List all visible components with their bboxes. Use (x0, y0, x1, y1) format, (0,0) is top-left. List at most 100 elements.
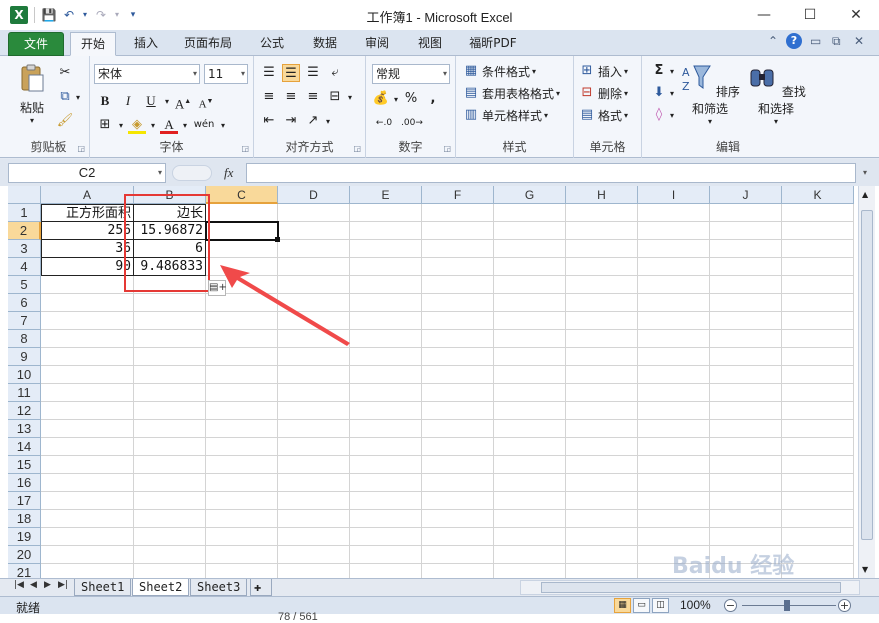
cell-g5[interactable] (494, 276, 566, 294)
underline-icon[interactable]: U (142, 92, 160, 110)
zoom-out-icon[interactable]: − (724, 599, 737, 612)
cell-a10[interactable] (41, 366, 134, 384)
cell-h7[interactable] (566, 312, 638, 330)
cell-i4[interactable] (638, 258, 710, 276)
cell-g6[interactable] (494, 294, 566, 312)
cell-a13[interactable] (41, 420, 134, 438)
cell-c17[interactable] (206, 492, 278, 510)
align-middle-icon[interactable]: ☰ (282, 64, 300, 82)
cell-f20[interactable] (422, 546, 494, 564)
column-header-i[interactable]: I (638, 186, 710, 204)
cell-h15[interactable] (566, 456, 638, 474)
cell-g2[interactable] (494, 222, 566, 240)
font-size-combo[interactable]: 11 ▾ (204, 64, 248, 84)
cell-g1[interactable] (494, 204, 566, 222)
cell-h17[interactable] (566, 492, 638, 510)
cell-e7[interactable] (350, 312, 422, 330)
cell-k2[interactable] (782, 222, 854, 240)
tab-data[interactable]: 数据 (305, 32, 345, 56)
font-color-icon[interactable]: A (160, 116, 179, 134)
name-box-dropdown-icon[interactable]: ▾ (158, 164, 162, 182)
cell-b6[interactable] (134, 294, 206, 312)
fill-color-dropdown-icon[interactable]: ▾ (151, 121, 155, 130)
cell-b15[interactable] (134, 456, 206, 474)
cell-k3[interactable] (782, 240, 854, 258)
cell-h20[interactable] (566, 546, 638, 564)
cell-e3[interactable] (350, 240, 422, 258)
sheet-tab-2[interactable]: Sheet2 (132, 579, 190, 596)
cell-c10[interactable] (206, 366, 278, 384)
cell-h9[interactable] (566, 348, 638, 366)
cell-e10[interactable] (350, 366, 422, 384)
cell-c18[interactable] (206, 510, 278, 528)
increase-indent-icon[interactable]: ⇥ (282, 112, 300, 130)
cell-i6[interactable] (638, 294, 710, 312)
cell-b7[interactable] (134, 312, 206, 330)
cell-i1[interactable] (638, 204, 710, 222)
cell-j11[interactable] (710, 384, 782, 402)
cell-k19[interactable] (782, 528, 854, 546)
cell-a4[interactable]: 90 (41, 258, 134, 276)
cell-j10[interactable] (710, 366, 782, 384)
cell-j2[interactable] (710, 222, 782, 240)
cell-j16[interactable] (710, 474, 782, 492)
cell-e15[interactable] (350, 456, 422, 474)
align-top-icon[interactable]: ☰ (260, 64, 278, 82)
font-name-dropdown-icon[interactable]: ▾ (193, 65, 197, 83)
row-header-6[interactable]: 6 (8, 294, 41, 312)
row-header-5[interactable]: 5 (8, 276, 41, 294)
bold-icon[interactable]: B (96, 92, 114, 110)
page-layout-view-icon[interactable]: ▭ (633, 598, 650, 613)
cell-e11[interactable] (350, 384, 422, 402)
cell-b13[interactable] (134, 420, 206, 438)
cell-e4[interactable] (350, 258, 422, 276)
name-box[interactable]: C2 ▾ (8, 163, 166, 183)
scroll-up-icon[interactable]: ▲ (862, 190, 868, 199)
cell-i8[interactable] (638, 330, 710, 348)
copy-button[interactable]: ⧉ ▾ (56, 88, 80, 106)
cell-k11[interactable] (782, 384, 854, 402)
format-cells-button[interactable]: ▤ 格式 ▾ (578, 106, 628, 124)
cell-f5[interactable] (422, 276, 494, 294)
cell-d20[interactable] (278, 546, 350, 564)
cell-b19[interactable] (134, 528, 206, 546)
row-header-18[interactable]: 18 (8, 510, 41, 528)
cell-b14[interactable] (134, 438, 206, 456)
row-header-11[interactable]: 11 (8, 384, 41, 402)
clipboard-launcher-icon[interactable]: ◲ (77, 144, 85, 153)
column-header-j[interactable]: J (710, 186, 782, 204)
cell-j8[interactable] (710, 330, 782, 348)
tab-page-layout[interactable]: 页面布局 (176, 32, 240, 56)
column-header-f[interactable]: F (422, 186, 494, 204)
cell-c19[interactable] (206, 528, 278, 546)
cell-a2[interactable]: 256 (41, 222, 134, 240)
align-center-icon[interactable]: ≡ (282, 88, 300, 106)
cell-d1[interactable] (278, 204, 350, 222)
close-button[interactable]: ✕ (833, 0, 879, 30)
sheet-tab-1[interactable]: Sheet1 (74, 579, 132, 596)
cell-c1[interactable] (206, 204, 278, 222)
cell-g10[interactable] (494, 366, 566, 384)
autosum-button[interactable]: Σ ▾ (650, 62, 674, 80)
cell-e19[interactable] (350, 528, 422, 546)
cell-d11[interactable] (278, 384, 350, 402)
cell-f11[interactable] (422, 384, 494, 402)
cell-i3[interactable] (638, 240, 710, 258)
cell-k16[interactable] (782, 474, 854, 492)
cell-i13[interactable] (638, 420, 710, 438)
cell-e14[interactable] (350, 438, 422, 456)
font-color-dropdown-icon[interactable]: ▾ (183, 121, 187, 130)
cell-f14[interactable] (422, 438, 494, 456)
cell-k6[interactable] (782, 294, 854, 312)
fill-button[interactable]: ⬇ ▾ (650, 84, 674, 102)
cell-j15[interactable] (710, 456, 782, 474)
cell-h19[interactable] (566, 528, 638, 546)
cell-d9[interactable] (278, 348, 350, 366)
increase-decimal-icon[interactable]: ←.0 (372, 114, 396, 132)
row-header-2[interactable]: 2 (8, 222, 41, 240)
cell-c20[interactable] (206, 546, 278, 564)
cell-f8[interactable] (422, 330, 494, 348)
orientation-dropdown-icon[interactable]: ▾ (326, 117, 330, 126)
shrink-font-icon[interactable]: A▼ (197, 92, 215, 111)
cell-a9[interactable] (41, 348, 134, 366)
